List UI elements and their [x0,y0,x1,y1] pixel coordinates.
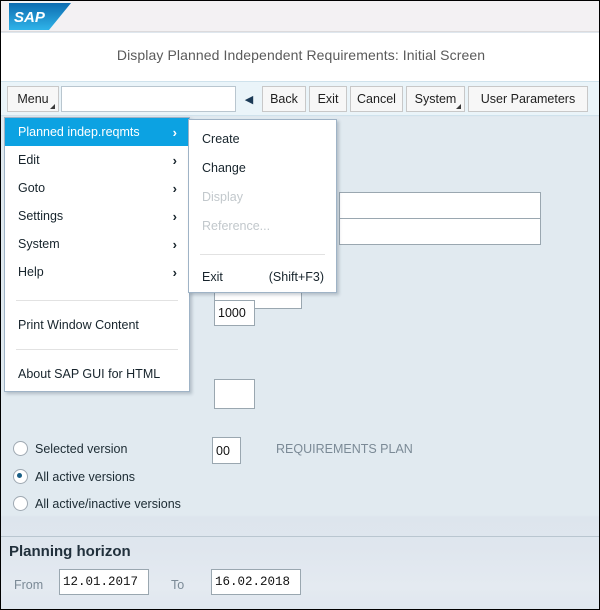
menu-item-label: Planned indep.reqmts [18,125,140,139]
sap-gui-window: SAP Display Planned Independent Requirem… [0,0,600,610]
menu-button[interactable]: Menu [7,86,59,112]
submenu-item-change[interactable]: Change [189,153,336,182]
back-button[interactable]: Back [262,86,306,112]
radio-selected-version[interactable]: Selected version [13,441,127,456]
menu-item-label: About SAP GUI for HTML [18,367,160,381]
menu-item-planned-indep-reqmts[interactable]: Planned indep.reqmts › [5,118,189,146]
chevron-right-icon: › [173,153,177,168]
command-input[interactable] [61,86,236,112]
to-label: To [171,578,184,592]
requirements-plan-label: REQUIREMENTS PLAN [276,442,413,456]
chevron-down-icon [50,104,55,109]
submenu-item-label: Change [202,161,246,175]
back-button-label: Back [270,92,298,106]
menu-item-label: Goto [18,181,45,195]
material-field[interactable] [339,192,541,219]
submenu-planned-indep-reqmts: Create Change Display Reference... Exit … [188,119,337,293]
submenu-item-label: Create [202,132,240,146]
svg-text:SAP: SAP [14,9,46,26]
radio-all-active-versions-label: All active versions [35,470,135,484]
menu-item-label: System [18,237,60,251]
user-parameters-button-label: User Parameters [481,92,575,106]
page-title: Display Planned Independent Requirements… [1,47,600,63]
submenu-item-label: Display [202,190,243,204]
version-field[interactable] [212,437,241,464]
radio-icon [13,441,28,456]
cancel-button-label: Cancel [357,92,396,106]
menu-item-label: Help [18,265,44,279]
chevron-right-icon: › [173,237,177,252]
system-button-label: System [415,92,457,106]
menu-separator [16,349,178,350]
submenu-item-label: Exit [202,270,223,284]
submenu-item-reference: Reference... [189,211,336,240]
radio-selected-version-label: Selected version [35,442,127,456]
menu-item-settings[interactable]: Settings › [5,202,189,230]
sap-logo: SAP [9,3,71,30]
submenu-item-exit[interactable]: Exit (Shift+F3) [189,262,336,292]
radio-icon [13,496,28,511]
menu-item-label: Settings [18,209,63,223]
chevron-right-icon: › [173,181,177,196]
menu-spacer [5,286,189,293]
from-label: From [14,578,43,592]
menu-spacer [189,240,336,247]
menu-item-print-window-content[interactable]: Print Window Content [5,308,189,342]
system-button[interactable]: System [406,86,465,112]
command-collapse-icon[interactable]: ◀ [240,86,258,112]
to-date-field[interactable] [211,569,301,595]
chevron-right-icon: › [173,265,177,280]
menu-item-system[interactable]: System › [5,230,189,258]
chevron-down-icon [456,104,461,109]
menu-separator [200,254,325,255]
submenu-item-display: Display [189,182,336,211]
section-divider [1,536,599,537]
exit-button-label: Exit [318,92,339,106]
menu-item-label: Print Window Content [18,318,139,332]
user-parameters-button[interactable]: User Parameters [468,86,588,112]
submenu-item-label: Reference... [202,219,270,233]
exit-button[interactable]: Exit [309,86,347,112]
title-band: Display Planned Independent Requirements… [1,33,600,81]
radio-all-active-inactive-versions[interactable]: All active/inactive versions [13,496,181,511]
radio-all-active-inactive-versions-label: All active/inactive versions [35,497,181,511]
submenu-item-shortcut: (Shift+F3) [269,270,324,284]
cancel-button[interactable]: Cancel [350,86,403,112]
radio-selected-icon [13,469,28,484]
menu-item-help[interactable]: Help › [5,258,189,286]
planning-horizon-title: Planning horizon [9,543,131,560]
from-date-field[interactable] [59,569,149,595]
toolbar: Menu ◀ Back Exit Cancel System User Para… [1,81,600,116]
menu-item-about-sap-gui-for-html[interactable]: About SAP GUI for HTML [5,357,189,391]
radio-all-active-versions[interactable]: All active versions [13,469,135,484]
left-triangle-icon: ◀ [245,93,253,106]
submenu-item-create[interactable]: Create [189,124,336,153]
menu-button-label: Menu [17,92,48,106]
sap-header-band: SAP [1,1,600,32]
menu-item-goto[interactable]: Goto › [5,174,189,202]
menu-item-label: Edit [18,153,40,167]
main-dropdown-menu: Planned indep.reqmts › Edit › Goto › Set… [4,117,190,392]
menu-item-edit[interactable]: Edit › [5,146,189,174]
chevron-right-icon: › [173,125,177,140]
menu-separator [16,300,178,301]
requirements-type-field[interactable] [214,379,255,409]
chevron-right-icon: › [173,209,177,224]
plant-field[interactable] [214,300,255,326]
material-description-field[interactable] [339,218,541,245]
